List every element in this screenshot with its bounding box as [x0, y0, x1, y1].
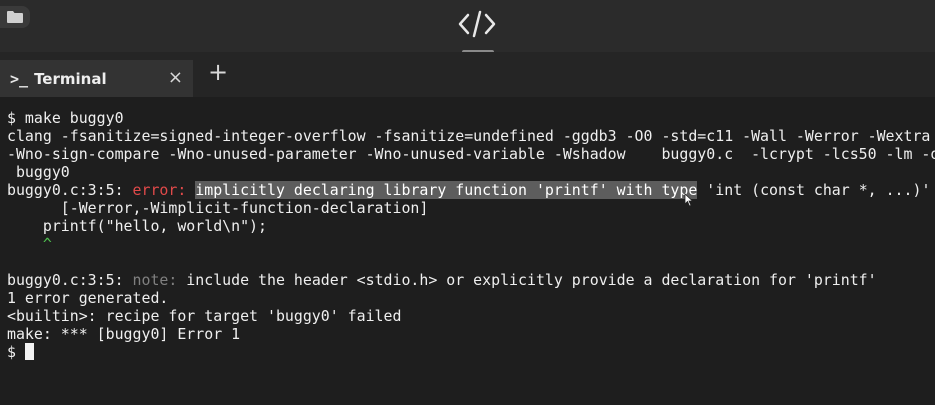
note-location: buggy0.c:3:5:	[7, 271, 133, 289]
note-message: include the header <stdio.h> or explicit…	[177, 271, 877, 289]
tab-terminal[interactable]: >_ Terminal ×	[0, 60, 193, 97]
shell-prompt: $	[7, 343, 25, 361]
terminal-line: clang -fsanitize=signed-integer-overflow…	[7, 127, 931, 145]
text-cursor	[24, 343, 34, 360]
terminal-line: -Wno-sign-compare -Wno-unused-parameter …	[7, 145, 935, 163]
terminal-line: <builtin>: recipe for target 'buggy0' fa…	[7, 307, 402, 325]
new-tab-button[interactable]: +	[208, 60, 228, 84]
terminal-line: printf("hello, world\n");	[7, 217, 267, 235]
terminal-output[interactable]: $ make buggy0 clang -fsanitize=signed-in…	[0, 97, 935, 405]
tab-terminal-label: Terminal	[34, 69, 107, 88]
error-location: buggy0.c:3:5:	[7, 181, 133, 199]
error-caret: ^	[7, 235, 52, 253]
selected-text: implicitly declaring library function 'p…	[195, 181, 698, 199]
top-bar	[0, 0, 935, 52]
error-message: 'int (const char *, ...)'	[697, 181, 931, 199]
close-icon[interactable]: ×	[168, 67, 183, 88]
folder-icon	[7, 11, 23, 23]
terminal-line: $ make buggy0	[7, 109, 124, 127]
note-label: note:	[132, 271, 178, 289]
terminal-line: [-Werror,-Wimplicit-function-declaration…	[7, 199, 429, 217]
terminal-line: make: *** [buggy0] Error 1	[7, 325, 241, 343]
folder-button[interactable]	[0, 6, 30, 28]
terminal-prompt-icon: >_	[10, 69, 29, 88]
tab-bar: >_ Terminal ×	[0, 52, 935, 97]
mouse-pointer-icon	[684, 193, 694, 207]
code-icon[interactable]	[457, 9, 497, 39]
terminal-line: 1 error generated.	[7, 289, 169, 307]
terminal-line: buggy0	[7, 163, 70, 181]
error-label: error:	[132, 181, 187, 199]
